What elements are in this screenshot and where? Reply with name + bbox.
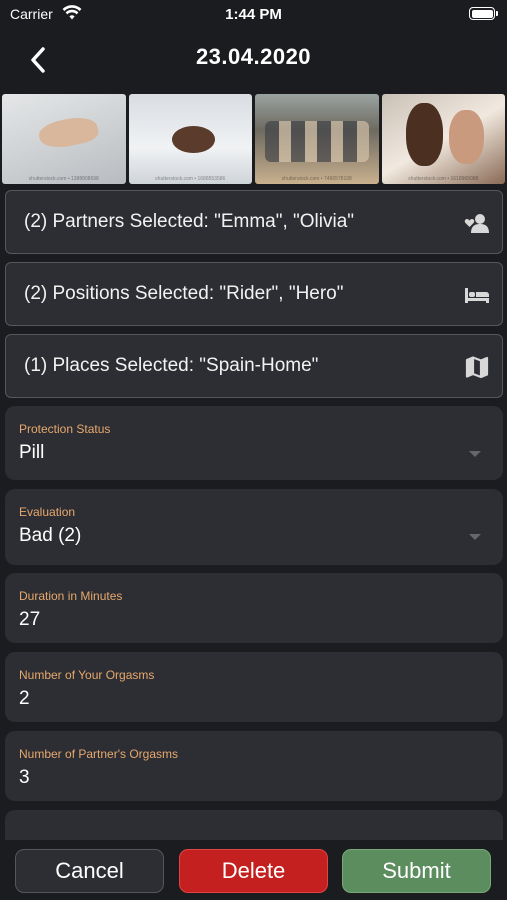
your-orgasms-field[interactable]: Number of Your Orgasms 2 [5,652,503,722]
protection-status-label: Protection Status [19,422,111,436]
partner-orgasms-label: Number of Partner's Orgasms [19,747,179,761]
status-bar: Carrier 1:44 PM [0,0,507,30]
photo-watermark: shutterstock.com • 1388808698 [28,176,99,182]
dropdown-arrow-icon [469,534,481,540]
evaluation-dropdown[interactable]: Evaluation Bad (2) [5,489,503,565]
duration-label: Duration in Minutes [19,589,123,603]
delete-button[interactable]: Delete [179,849,328,893]
partners-select-row[interactable]: (2) Partners Selected: "Emma", "Olivia" [5,190,503,254]
photo-thumbnail[interactable]: shutterstock.com • 1618965088 [381,94,505,184]
protection-status-dropdown[interactable]: Protection Status Pill [5,406,503,480]
positions-select-row[interactable]: (2) Positions Selected: "Rider", "Hero" [5,262,503,326]
protection-status-value: Pill [19,442,45,463]
nav-bar: 23.04.2020 [0,30,507,90]
duration-field[interactable]: Duration in Minutes 27 [5,573,503,643]
evaluation-value: Bad (2) [19,525,82,546]
photo-thumbnail[interactable]: shutterstock.com • 7496578108 [255,94,379,184]
photo-watermark: shutterstock.com • 1618965088 [408,176,479,182]
photo-strip: shutterstock.com • 1388808698 shuttersto… [0,94,507,186]
your-orgasms-label: Number of Your Orgasms [19,668,155,682]
cancel-button[interactable]: Cancel [15,849,164,893]
places-select-row[interactable]: (1) Places Selected: "Spain-Home" [5,334,503,398]
partners-select-label: (2) Partners Selected: "Emma", "Olivia" [24,211,355,232]
photo-watermark: shutterstock.com • 1688553586 [155,176,226,182]
partner-orgasms-field[interactable]: Number of Partner's Orgasms 3 [5,731,503,801]
battery-icon [469,7,498,20]
bed-icon [465,288,489,303]
bottom-action-bar: Cancel Delete Submit [0,840,507,900]
places-select-label: (1) Places Selected: "Spain-Home" [24,355,319,376]
map-icon [465,356,489,379]
status-time: 1:44 PM [225,6,282,23]
photo-thumbnail[interactable]: shutterstock.com • 1388808698 [2,94,126,184]
your-orgasms-value: 2 [19,688,30,709]
positions-select-label: (2) Positions Selected: "Rider", "Hero" [24,283,344,304]
user-heart-icon [464,214,489,233]
partner-orgasms-value: 3 [19,767,30,788]
photo-watermark: shutterstock.com • 7496578108 [281,176,352,182]
evaluation-label: Evaluation [19,505,76,519]
page-title: 23.04.2020 [195,44,312,69]
photo-thumbnail[interactable]: shutterstock.com • 1688553586 [128,94,252,184]
dropdown-arrow-icon [469,451,481,457]
submit-button[interactable]: Submit [342,849,491,893]
duration-value: 27 [19,609,41,630]
